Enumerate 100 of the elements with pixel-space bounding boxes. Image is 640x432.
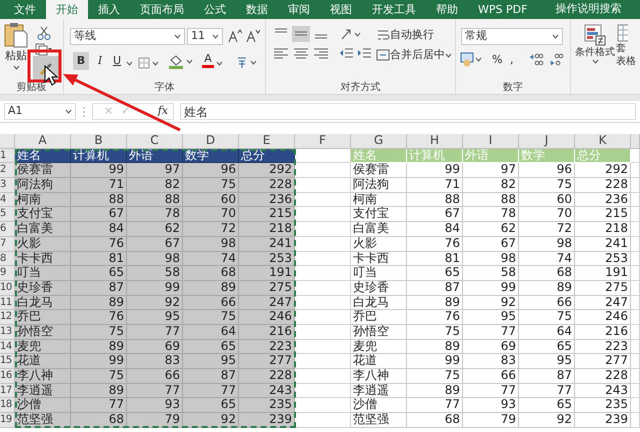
comma-button[interactable]: ,	[508, 51, 516, 69]
row-header[interactable]: 14	[0, 340, 15, 354]
font-color-button[interactable]: A	[200, 53, 216, 73]
column-header[interactable]: I	[463, 134, 519, 149]
ribbon-tab[interactable]: 开始	[46, 0, 88, 19]
grow-font-icon[interactable]	[228, 29, 242, 43]
search-field[interactable]: 操作说明搜索	[555, 0, 640, 19]
row-header[interactable]: 1	[0, 148, 15, 164]
table-cell: 88	[71, 192, 127, 208]
table-cell: 253	[575, 252, 631, 266]
increase-decimal-icon[interactable]	[528, 51, 544, 67]
row-header[interactable]: 11	[0, 296, 15, 310]
ribbon-tab[interactable]: WPS PDF	[468, 0, 538, 19]
outdent-icon[interactable]	[338, 46, 354, 60]
row-header[interactable]: 2	[0, 163, 15, 178]
table-cell: 李八神	[351, 369, 407, 384]
table-cell: 67	[71, 207, 127, 222]
table-cell: 76	[407, 310, 463, 325]
row-header[interactable]: 10	[0, 280, 15, 296]
percent-button[interactable]: %	[490, 51, 504, 69]
font-size-field[interactable]: 11	[187, 28, 223, 45]
ribbon-tab[interactable]: 开发工具	[362, 0, 426, 19]
merge-center-button[interactable]: 合并后居中	[374, 46, 454, 64]
column-header[interactable]: C	[127, 134, 183, 149]
row-header[interactable]: 16	[0, 369, 15, 384]
ribbon-tab[interactable]: 视图	[320, 0, 362, 19]
table-cell: 78	[127, 207, 183, 222]
borders-icon[interactable]	[138, 57, 160, 69]
column-header[interactable]: E	[239, 134, 295, 149]
column-header[interactable]: G	[351, 134, 407, 149]
table-cell: 78	[463, 207, 519, 222]
underline-button[interactable]: U	[111, 52, 124, 70]
insert-function-button[interactable]: fx	[156, 102, 170, 120]
paste-button[interactable]: 粘贴	[4, 22, 28, 72]
format-as-table-button[interactable]: 套 表格	[616, 24, 636, 76]
table-cell: 阿法狗	[15, 178, 71, 193]
indent-icon[interactable]	[356, 46, 372, 60]
number-format-field[interactable]: 常规	[461, 28, 563, 45]
bold-button[interactable]: B	[73, 52, 89, 70]
table-cell: 66	[519, 296, 575, 310]
row-header[interactable]: 9	[0, 266, 15, 281]
row-header[interactable]: 12	[0, 310, 15, 325]
shrink-font-icon[interactable]	[246, 29, 260, 43]
copy-icon[interactable]	[35, 43, 53, 56]
column-header[interactable]: K	[575, 134, 631, 149]
table-cell: 77	[71, 398, 127, 414]
row-header[interactable]: 18	[0, 398, 15, 414]
caret-icon	[216, 61, 223, 66]
fill-color-icon[interactable]	[168, 54, 194, 70]
empty-cell	[631, 413, 640, 428]
column-header[interactable]: B	[71, 134, 127, 149]
group-label: 对齐方式	[340, 82, 382, 94]
row-header[interactable]: 5	[0, 207, 15, 222]
formula-field[interactable]: 姓名	[180, 103, 636, 120]
row-header[interactable]: 7	[0, 236, 15, 252]
table-cell: 77	[407, 398, 463, 414]
empty-cell	[631, 252, 640, 266]
empty-cell	[631, 192, 640, 208]
row-header[interactable]: 15	[0, 354, 15, 369]
ribbon-tab[interactable]: 帮助	[426, 0, 468, 19]
name-box-value: A1	[8, 103, 23, 120]
name-box[interactable]: A1	[4, 103, 76, 120]
ribbon-tab[interactable]: 插入	[88, 0, 130, 19]
italic-button[interactable]: I	[92, 52, 108, 70]
orientation-icon[interactable]	[340, 27, 362, 41]
table-cell: 89	[71, 384, 127, 398]
column-header[interactable]: J	[519, 134, 575, 149]
align-middle-icon[interactable]	[292, 26, 310, 42]
ribbon-tab[interactable]: 文件	[4, 0, 46, 19]
scissors-icon[interactable]	[37, 26, 51, 40]
font-name-field[interactable]: 等线	[70, 28, 185, 45]
caret-icon	[592, 59, 598, 64]
currency-icon[interactable]	[460, 51, 484, 67]
table-cell: 67	[407, 207, 463, 222]
wrap-text-button[interactable]: 自动换行	[374, 26, 436, 44]
row-header[interactable]: 4	[0, 192, 15, 208]
table-cell: 99	[407, 354, 463, 369]
column-header[interactable]: H	[407, 134, 463, 149]
empty-cell	[631, 398, 640, 414]
row-header[interactable]: 13	[0, 324, 15, 340]
row-header[interactable]: 17	[0, 384, 15, 398]
group-label: 数字	[502, 82, 524, 94]
table-cell: 99	[127, 280, 183, 296]
table-cell: 支付宝	[351, 207, 407, 222]
ribbon-tab[interactable]: 审阅	[278, 0, 320, 19]
table-cell: 65	[183, 340, 239, 354]
ribbon-tab[interactable]: 页面布局	[130, 0, 194, 19]
column-header[interactable]: F	[295, 134, 351, 149]
column-header[interactable]: D	[183, 134, 239, 149]
row-header[interactable]: 6	[0, 222, 15, 237]
ribbon-tab[interactable]: 公式	[194, 0, 236, 19]
row-header[interactable]: 8	[0, 252, 15, 266]
ribbon-tab[interactable]: 数据	[236, 0, 278, 19]
caret-icon	[126, 61, 133, 66]
row-header[interactable]: 19	[0, 413, 15, 428]
table-cell: 84	[71, 222, 127, 237]
conditional-format-button[interactable]: 条件格式	[575, 24, 615, 76]
row-header[interactable]: 3	[0, 178, 15, 193]
decrease-decimal-icon[interactable]	[548, 51, 564, 67]
column-header[interactable]: A	[15, 134, 71, 149]
